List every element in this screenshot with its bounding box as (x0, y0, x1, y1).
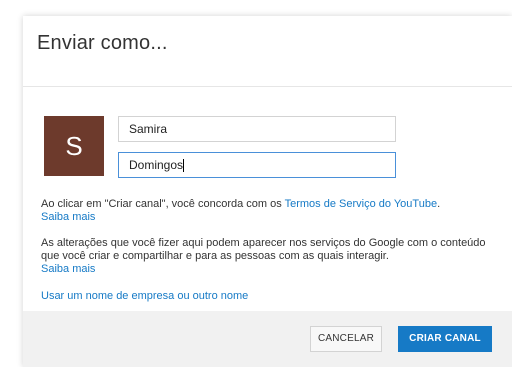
text-caret (183, 159, 185, 173)
title-divider (23, 86, 512, 87)
learn-more-link-2[interactable]: Saiba mais (41, 263, 95, 275)
create-channel-button[interactable]: CRIAR CANAL (398, 326, 492, 352)
terms-text: Ao clicar em "Criar canal", você concord… (41, 198, 285, 210)
dialog-title: Enviar como... (37, 32, 168, 54)
use-business-name-link[interactable]: Usar um nome de empresa ou outro nome (41, 290, 248, 302)
visibility-text: As alterações que você fizer aqui podem … (41, 237, 486, 262)
first-name-input[interactable] (118, 116, 396, 142)
terms-of-service-link[interactable]: Termos de Serviço do YouTube (285, 198, 437, 210)
avatar: S (44, 116, 104, 176)
terms-end: . (437, 198, 441, 210)
visibility-notice: As alterações que você fizer aqui podem … (41, 237, 503, 276)
page: Enviar como... S Domingos Ao clicar em "… (0, 0, 512, 367)
terms-notice: Ao clicar em "Criar canal", você concord… (41, 198, 503, 224)
last-name-value: Domingos (129, 158, 184, 172)
last-name-input[interactable]: Domingos (118, 152, 396, 178)
learn-more-link-1[interactable]: Saiba mais (41, 211, 95, 223)
create-channel-dialog: Enviar como... S Domingos Ao clicar em "… (23, 16, 512, 367)
cancel-button[interactable]: CANCELAR (310, 326, 382, 352)
